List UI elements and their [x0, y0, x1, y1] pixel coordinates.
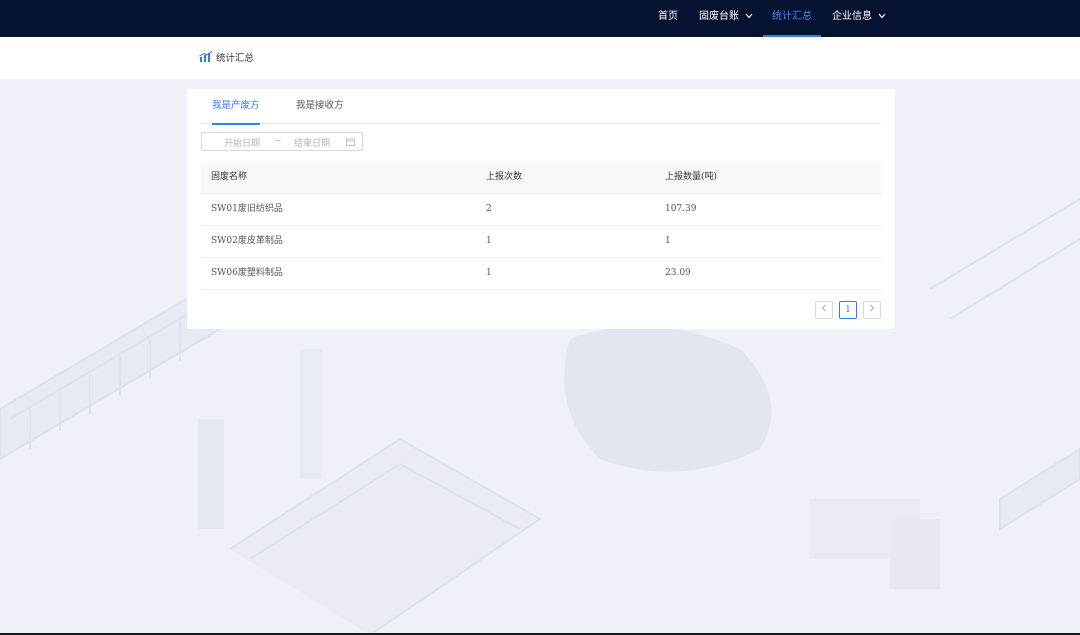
page-title: 统计汇总 — [216, 53, 255, 64]
pagination: 1 — [815, 301, 881, 319]
end-date-input[interactable]: 结束日期 — [294, 136, 330, 149]
cell-report-quantity: 23.09 — [665, 268, 691, 278]
tab-bar: 我是产废方 我是接收方 — [201, 89, 881, 125]
bar-chart-icon — [199, 51, 213, 62]
cell-waste-name: SW02废皮革制品 — [211, 236, 283, 246]
chevron-down-icon — [745, 13, 753, 19]
start-date-input[interactable]: 开始日期 — [224, 136, 260, 149]
cell-waste-name: SW06废塑料制品 — [211, 268, 283, 278]
table-row: SW06废塑料制品 1 23.09 — [201, 258, 881, 290]
tab-waste-receiver[interactable]: 我是接收方 — [296, 89, 344, 124]
chevron-left-icon — [821, 304, 826, 312]
column-header-report-count: 上报次数 — [486, 172, 523, 182]
table-header: 固废名称 上报次数 上报数量(吨) — [201, 162, 881, 194]
statistics-card: 我是产废方 我是接收方 开始日期 ~ 结束日期 固废名称 上报次数 上报数量(吨… — [187, 89, 895, 329]
date-range-picker[interactable]: 开始日期 ~ 结束日期 — [201, 132, 363, 151]
column-header-waste-name: 固废名称 — [211, 172, 248, 182]
table-row: SW01废旧纺织品 2 107.39 — [201, 194, 881, 226]
chevron-down-icon — [878, 13, 886, 19]
cell-report-quantity: 107.39 — [665, 204, 697, 214]
nav-item-company-info[interactable]: 企业信息 — [832, 0, 886, 37]
next-page-button[interactable] — [863, 301, 881, 319]
cell-report-count: 1 — [486, 236, 492, 246]
column-header-report-quantity: 上报数量(吨) — [665, 172, 718, 182]
statistics-table: 固废名称 上报次数 上报数量(吨) SW01废旧纺织品 2 107.39 SW0… — [201, 162, 881, 290]
page-header: 统计汇总 — [0, 37, 1080, 79]
cell-report-count: 2 — [486, 204, 492, 214]
chevron-right-icon — [870, 304, 875, 312]
nav-item-label: 固废台账 — [699, 11, 739, 22]
top-nav-bar: 首页 固废台账 统计汇总 企业信息 — [0, 0, 1080, 37]
nav-item-statistics[interactable]: 统计汇总 — [763, 0, 821, 37]
tab-waste-producer[interactable]: 我是产废方 — [212, 89, 260, 125]
nav-item-home[interactable]: 首页 — [658, 0, 678, 37]
page-number-button[interactable]: 1 — [839, 301, 857, 319]
prev-page-button[interactable] — [815, 301, 833, 319]
cell-waste-name: SW01废旧纺织品 — [211, 204, 283, 214]
table-row: SW02废皮革制品 1 1 — [201, 226, 881, 258]
nav-item-label: 统计汇总 — [772, 11, 812, 22]
cell-report-count: 1 — [486, 268, 492, 278]
range-separator: ~ — [274, 136, 282, 146]
nav-item-waste-ledger[interactable]: 固废台账 — [699, 0, 753, 37]
calendar-icon — [346, 138, 355, 146]
nav-item-label: 首页 — [658, 11, 678, 22]
nav-item-label: 企业信息 — [832, 11, 872, 22]
cell-report-quantity: 1 — [665, 236, 671, 246]
